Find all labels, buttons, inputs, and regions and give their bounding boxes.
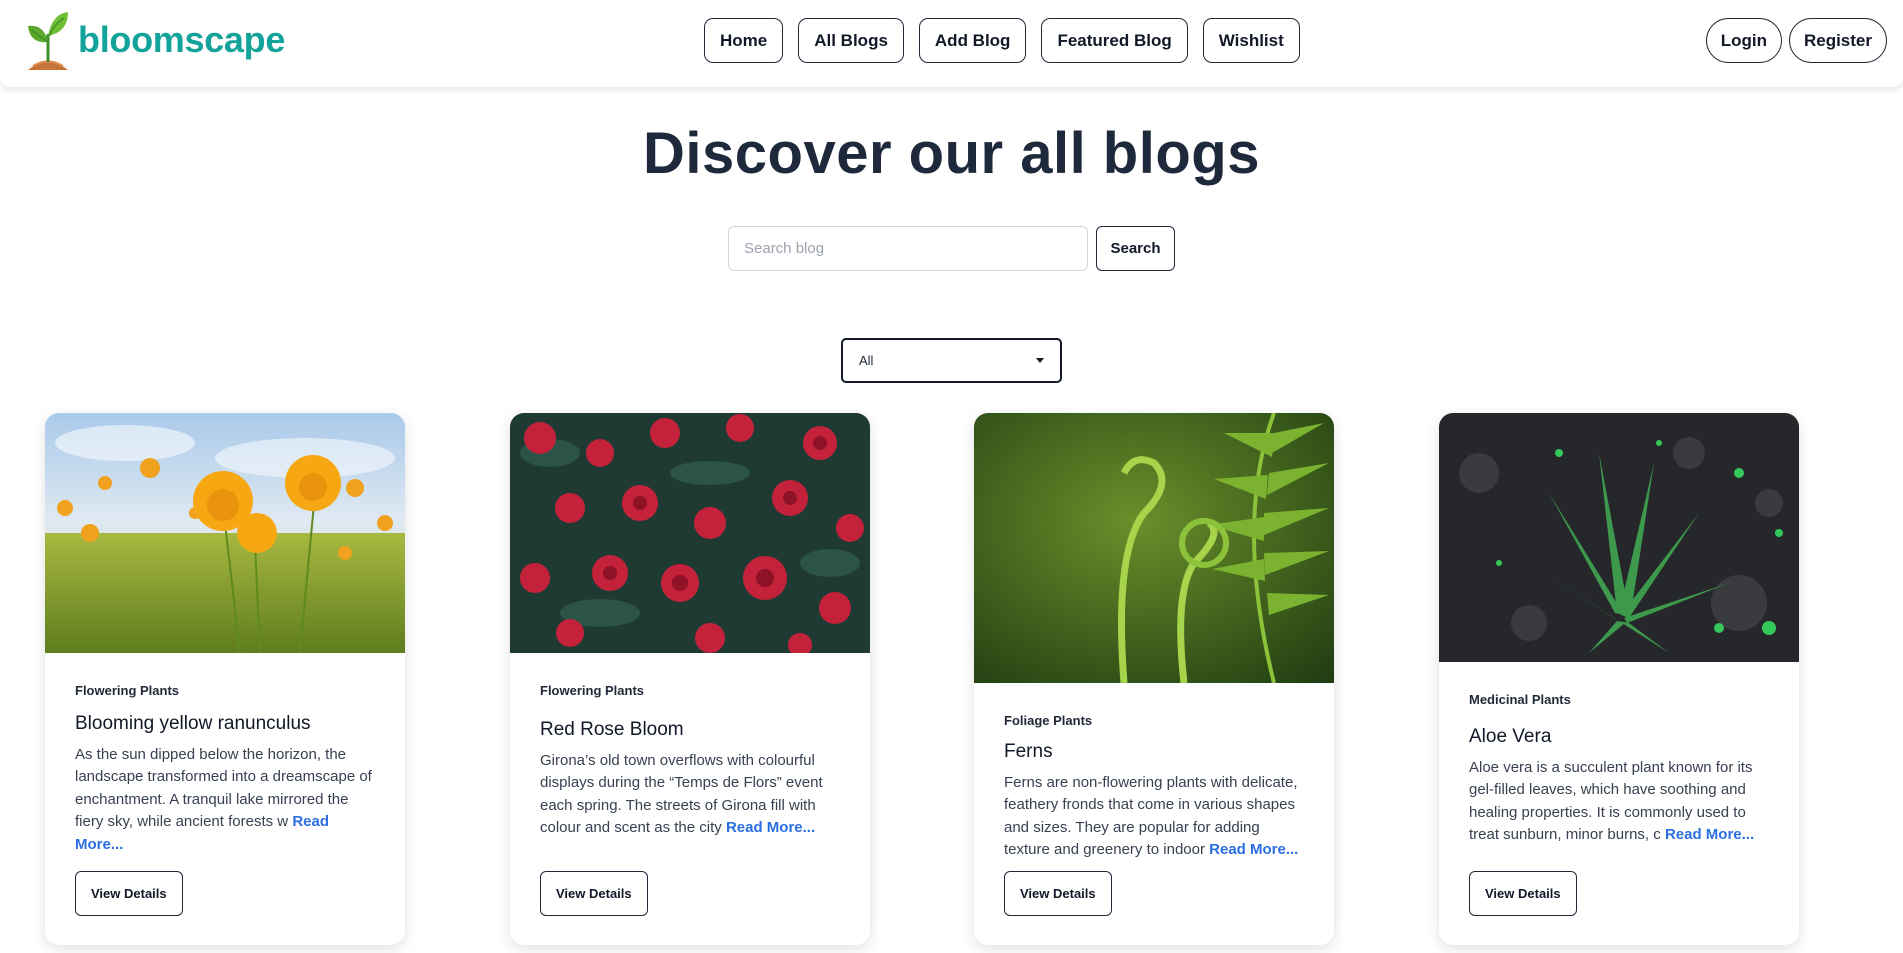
blog-card: Foliage Plants Ferns Ferns are non-flowe… xyxy=(974,413,1334,945)
search-button[interactable]: Search xyxy=(1096,226,1175,271)
card-body: Foliage Plants Ferns Ferns are non-flowe… xyxy=(974,713,1334,862)
blog-card: Flowering Plants Red Rose Bloom Girona’s… xyxy=(510,413,870,945)
view-details-button[interactable]: View Details xyxy=(1004,871,1112,916)
caret-down-icon xyxy=(1036,358,1044,363)
page-title: Discover our all blogs xyxy=(643,121,1260,186)
category-filter-select[interactable]: All xyxy=(841,338,1062,383)
nav-add-blog-button[interactable]: Add Blog xyxy=(918,18,1027,63)
read-more-link[interactable]: Read More... xyxy=(1665,826,1754,843)
nav-all-blogs-button[interactable]: All Blogs xyxy=(798,18,904,63)
fern-fronds-image xyxy=(974,413,1334,683)
card-description: Ferns are non-flowering plants with deli… xyxy=(1004,772,1304,862)
card-category: Foliage Plants xyxy=(1004,713,1093,728)
card-description: As the sun dipped below the horizon, the… xyxy=(75,744,375,857)
read-more-link[interactable]: Read More... xyxy=(726,819,815,836)
blog-card: Medicinal Plants Aloe Vera Aloe vera is … xyxy=(1439,413,1799,945)
card-title: Blooming yellow ranunculus xyxy=(75,713,311,734)
card-body: Flowering Plants Red Rose Bloom Girona’s… xyxy=(510,683,870,840)
nav-home-button[interactable]: Home xyxy=(704,18,784,63)
read-more-link[interactable]: Read More... xyxy=(1209,841,1298,858)
view-details-button[interactable]: View Details xyxy=(540,871,648,916)
brand-name[interactable]: bloomscape xyxy=(78,19,285,61)
card-description: Girona’s old town overflows with colourf… xyxy=(540,750,840,840)
card-category: Medicinal Plants xyxy=(1469,692,1571,707)
auth-buttons: Login Register xyxy=(1705,18,1887,63)
card-description: Aloe vera is a succulent plant known for… xyxy=(1469,757,1769,847)
search-input[interactable] xyxy=(728,226,1088,271)
view-details-button[interactable]: View Details xyxy=(75,871,183,916)
search-bar: Search xyxy=(728,226,1175,271)
card-body: Medicinal Plants Aloe Vera Aloe vera is … xyxy=(1439,692,1799,847)
blog-card: Flowering Plants Blooming yellow ranuncu… xyxy=(45,413,405,945)
brand[interactable]: bloomscape xyxy=(24,8,285,72)
sprout-logo-icon xyxy=(28,12,68,70)
card-category: Flowering Plants xyxy=(75,683,180,698)
main-nav: Home All Blogs Add Blog Featured Blog Wi… xyxy=(704,18,1300,63)
nav-featured-blog-button[interactable]: Featured Blog xyxy=(1041,18,1188,63)
view-details-button[interactable]: View Details xyxy=(1469,871,1577,916)
register-button[interactable]: Register xyxy=(1788,18,1887,63)
red-roses-image xyxy=(510,413,870,653)
nav-wishlist-button[interactable]: Wishlist xyxy=(1202,18,1300,63)
card-title: Aloe Vera xyxy=(1469,726,1552,747)
aloe-vera-image xyxy=(1439,413,1799,662)
filter-selected-value: All xyxy=(859,353,874,368)
navbar: bloomscape Home All Blogs Add Blog Featu… xyxy=(0,0,1903,87)
card-category: Flowering Plants xyxy=(540,683,645,698)
card-body: Flowering Plants Blooming yellow ranuncu… xyxy=(45,683,405,856)
card-title: Red Rose Bloom xyxy=(540,719,684,740)
yellow-ranunculus-image xyxy=(45,413,405,653)
login-button[interactable]: Login xyxy=(1705,18,1782,63)
card-title: Ferns xyxy=(1004,741,1053,762)
